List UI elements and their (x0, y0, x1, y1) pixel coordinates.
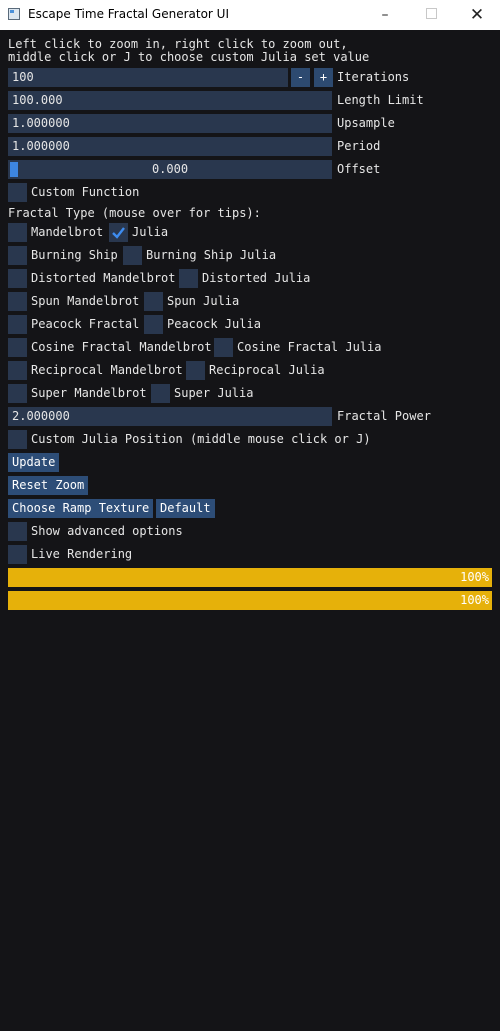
fractal-type-row: Burning Ship Burning Ship Julia (8, 246, 492, 265)
period-label: Period (337, 139, 381, 153)
default-button[interactable]: Default (156, 499, 215, 518)
custom-julia-label: Custom Julia Position (middle mouse clic… (31, 432, 371, 446)
mandelbrot-label: Mandelbrot (31, 225, 104, 239)
spun-julia-label: Spun Julia (167, 294, 240, 308)
burning-ship-julia-checkbox[interactable] (123, 246, 142, 265)
maximize-button[interactable] (408, 0, 454, 30)
peacock-julia-checkbox[interactable] (144, 315, 163, 334)
progress-bar: 100% (8, 591, 492, 610)
custom-julia-checkbox[interactable] (8, 430, 27, 449)
cosine-fractal-julia-label: Cosine Fractal Julia (237, 340, 382, 354)
burning-ship-julia-label: Burning Ship Julia (146, 248, 277, 262)
checkmark-icon (112, 227, 125, 239)
mandelbrot-checkbox[interactable] (8, 223, 27, 242)
reset-zoom-button[interactable]: Reset Zoom (8, 476, 89, 495)
progress-text: 100% (460, 593, 489, 607)
live-rendering-label: Live Rendering (31, 547, 133, 561)
app-icon (8, 8, 20, 20)
fractal-type-row: Cosine Fractal Mandelbrot Cosine Fractal… (8, 338, 492, 357)
iterations-label: Iterations (337, 70, 410, 84)
cosine-fractal-julia-checkbox[interactable] (214, 338, 233, 357)
julia-label: Julia (132, 225, 169, 239)
cosine-fractal-mandelbrot-label: Cosine Fractal Mandelbrot (31, 340, 212, 354)
fractal-type-row: Super Mandelbrot Super Julia (8, 384, 492, 403)
period-input[interactable]: 1.000000 (8, 137, 332, 156)
reciprocal-mandelbrot-checkbox[interactable] (8, 361, 27, 380)
fractal-type-row: Peacock Fractal Peacock Julia (8, 315, 492, 334)
offset-slider[interactable]: 0.000 (8, 160, 332, 179)
update-button[interactable]: Update (8, 453, 60, 472)
spun-julia-checkbox[interactable] (144, 292, 163, 311)
reciprocal-julia-checkbox[interactable] (186, 361, 205, 380)
close-button[interactable]: ✕ (454, 0, 500, 30)
advanced-options-row: Show advanced options (8, 522, 308, 541)
custom-function-checkbox[interactable] (8, 183, 27, 202)
spun-mandelbrot-label: Spun Mandelbrot (31, 294, 140, 308)
peacock-julia-label: Peacock Julia (167, 317, 261, 331)
instructions-text: Left click to zoom in, right click to zo… (8, 37, 370, 64)
fractal-power-input[interactable]: 2.000000 (8, 407, 332, 426)
reciprocal-julia-label: Reciprocal Julia (209, 363, 325, 377)
custom-function-row: Custom Function (8, 183, 208, 202)
burning-ship-checkbox[interactable] (8, 246, 27, 265)
maximize-icon (425, 8, 437, 19)
peacock-fractal-label: Peacock Fractal (31, 317, 140, 331)
length-limit-label: Length Limit (337, 93, 424, 107)
burning-ship-label: Burning Ship (31, 248, 118, 262)
fractal-type-heading: Fractal Type (mouse over for tips): (8, 206, 261, 220)
offset-value: 0.000 (151, 162, 189, 176)
custom-julia-row: Custom Julia Position (middle mouse clic… (8, 430, 492, 449)
fractal-power-label: Fractal Power (337, 409, 431, 423)
distorted-mandelbrot-label: Distorted Mandelbrot (31, 271, 176, 285)
upsample-label: Upsample (337, 116, 395, 130)
super-mandelbrot-checkbox[interactable] (8, 384, 27, 403)
distorted-mandelbrot-checkbox[interactable] (8, 269, 27, 288)
iterations-increment-button[interactable]: + (314, 68, 333, 87)
choose-ramp-texture-button[interactable]: Choose Ramp Texture (8, 499, 154, 518)
fractal-type-row: Mandelbrot Julia (8, 223, 492, 242)
super-julia-label: Super Julia (174, 386, 254, 400)
distorted-julia-label: Distorted Julia (202, 271, 311, 285)
reciprocal-mandelbrot-label: Reciprocal Mandelbrot (31, 363, 183, 377)
live-rendering-row: Live Rendering (8, 545, 308, 564)
distorted-julia-checkbox[interactable] (179, 269, 198, 288)
upsample-input[interactable]: 1.000000 (8, 114, 332, 133)
title-bar: Escape Time Fractal Generator UI – ✕ (0, 0, 500, 30)
live-rendering-checkbox[interactable] (8, 545, 27, 564)
spun-mandelbrot-checkbox[interactable] (8, 292, 27, 311)
fractal-type-row: Spun Mandelbrot Spun Julia (8, 292, 492, 311)
cosine-fractal-mandelbrot-checkbox[interactable] (8, 338, 27, 357)
progress-text: 100% (460, 570, 489, 584)
iterations-input[interactable]: 100 (8, 68, 288, 87)
offset-label: Offset (337, 162, 381, 176)
show-advanced-label: Show advanced options (31, 524, 183, 538)
fractal-type-row: Reciprocal Mandelbrot Reciprocal Julia (8, 361, 492, 380)
super-julia-checkbox[interactable] (151, 384, 170, 403)
progress-bar: 100% (8, 568, 492, 587)
julia-checkbox[interactable] (109, 223, 128, 242)
minimize-button[interactable]: – (362, 0, 408, 30)
custom-function-label: Custom Function (31, 185, 140, 199)
fractal-type-row: Distorted Mandelbrot Distorted Julia (8, 269, 492, 288)
peacock-fractal-checkbox[interactable] (8, 315, 27, 334)
window-title: Escape Time Fractal Generator UI (28, 7, 229, 21)
iterations-decrement-button[interactable]: - (291, 68, 310, 87)
super-mandelbrot-label: Super Mandelbrot (31, 386, 147, 400)
length-limit-input[interactable]: 100.000 (8, 91, 332, 110)
show-advanced-checkbox[interactable] (8, 522, 27, 541)
